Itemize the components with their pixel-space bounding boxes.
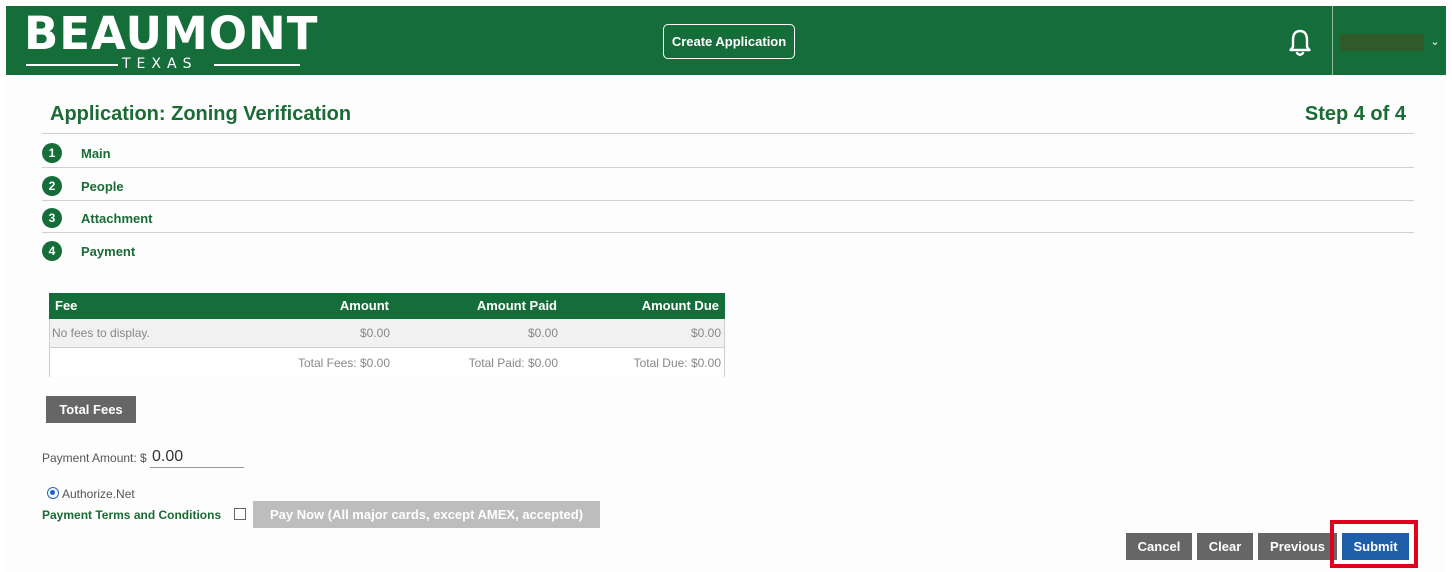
fees-table-header: Fee Amount Amount Paid Amount Due [49,293,725,319]
total-fees-cell: Total Fees: $0.00 [297,356,390,370]
table-row: No fees to display. $0.00 $0.00 $0.00 [50,319,724,348]
logo-wordmark: BEAUMONT [24,7,319,60]
page-frame: BEAUMONT TEXAS Create Application ⌄ Appl… [6,6,1446,572]
fee-cell: No fees to display. [52,326,150,340]
step-main[interactable]: 1 Main [42,143,1414,176]
authorize-net-radio[interactable] [47,487,59,499]
amount-due-cell: $0.00 [690,326,721,340]
step-number: 2 [42,176,62,196]
step-people[interactable]: 2 People [42,176,1414,209]
step-label: Attachment [81,211,153,226]
step-label: Main [81,146,111,161]
column-header-amount-paid: Amount Paid [476,298,557,313]
totals-row: Total Fees: $0.00 Total Paid: $0.00 Tota… [50,349,724,377]
terms-checkbox[interactable] [234,508,246,520]
column-header-amount-due: Amount Due [641,298,719,313]
authorize-net-label: Authorize.Net [62,487,135,501]
payment-terms-link[interactable]: Payment Terms and Conditions [42,508,221,522]
step-number: 3 [42,208,62,228]
step-attachment[interactable]: 3 Attachment [42,208,1414,241]
logo-subtitle: TEXAS [122,56,198,72]
fees-table: Fee Amount Amount Paid Amount Due No fee… [49,293,725,377]
cancel-button[interactable]: Cancel [1126,533,1192,560]
step-payment[interactable]: 4 Payment [42,241,1414,274]
column-header-amount: Amount [339,298,389,313]
previous-button[interactable]: Previous [1258,533,1337,560]
create-application-button[interactable]: Create Application [663,24,795,59]
step-indicator: Step 4 of 4 [1304,103,1406,125]
submit-button[interactable]: Submit [1342,533,1409,560]
chevron-down-icon[interactable]: ⌄ [1428,34,1442,50]
logo-rule-left [26,64,118,66]
step-number: 1 [42,143,62,163]
top-header: BEAUMONT TEXAS Create Application ⌄ [6,6,1446,75]
logo-rule-right [214,64,300,66]
step-number: 4 [42,241,62,261]
step-label: Payment [81,244,136,259]
step-divider [42,200,1414,201]
page-title: Application: Zoning Verification [50,103,352,125]
amount-paid-cell: $0.00 [527,326,558,340]
total-fees-button[interactable]: Total Fees [46,396,136,423]
amount-cell: $0.00 [359,326,390,340]
total-due-cell: Total Due: $0.00 [633,356,721,370]
step-divider [42,232,1414,233]
beaumont-logo[interactable]: BEAUMONT TEXAS [24,8,317,74]
user-name[interactable] [1340,34,1424,51]
step-divider [42,167,1414,168]
bell-icon[interactable] [1287,28,1313,58]
total-paid-cell: Total Paid: $0.00 [468,356,558,370]
clear-button[interactable]: Clear [1197,533,1253,560]
pay-now-button[interactable]: Pay Now (All major cards, except AMEX, a… [253,501,600,528]
payment-amount-label: Payment Amount: $ [42,451,147,465]
title-divider [42,133,1414,134]
payment-amount-input[interactable] [150,446,244,468]
step-label: People [81,179,124,194]
header-divider [1332,6,1333,75]
column-header-fee: Fee [55,298,78,313]
